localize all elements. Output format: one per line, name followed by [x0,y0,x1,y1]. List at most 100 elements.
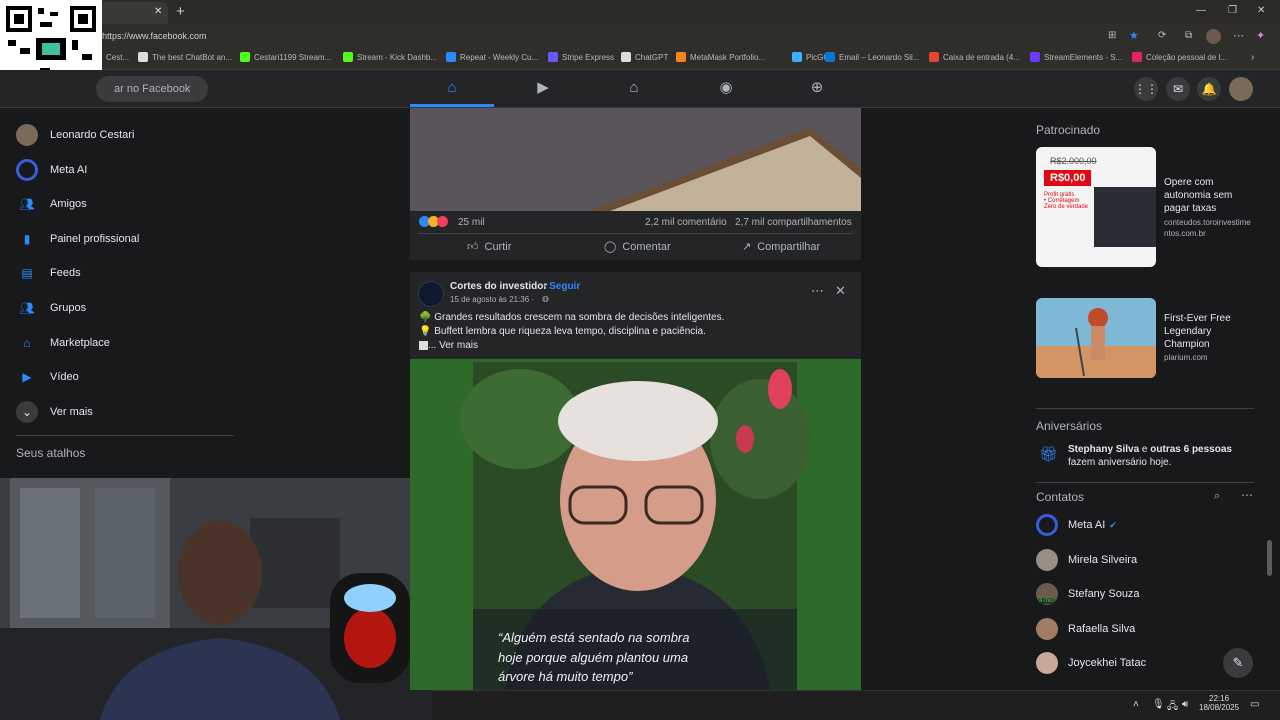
clock-date: 18/08/2025 [1199,703,1240,712]
sidebar-item-marketplace[interactable]: ⌂ Marketplace [16,332,110,354]
sidebar-item-amigos[interactable]: 👥︎ Amigos [16,193,86,215]
screenshot-icon[interactable]: ⧉ [1185,30,1192,41]
sidebar-item-leonardo-cestari[interactable]: Leonardo Cestari [16,124,134,146]
post-author-avatar[interactable] [418,281,444,307]
birthday-name: Stephany Silva [1068,444,1140,455]
tray-chevron-icon[interactable]: ˄ [1133,699,1139,710]
bookmark-item[interactable]: The best ChatBot an... [138,52,232,62]
ad-1-domain[interactable]: conteudos.toroinvestimentos.com.br [1164,217,1254,239]
globe-icon: ◍ [542,294,549,303]
facebook-search-input[interactable]: ar no Facebook [96,76,208,102]
extensions-icon[interactable]: ⟳ [1158,30,1166,41]
video-caption-line-3: árvore há muito tempo” [498,669,633,684]
contact-item[interactable]: Meta AI ✔ [1036,514,1117,536]
right-divider [1036,408,1254,409]
minimize-icon[interactable]: — [1196,5,1206,16]
bookmarks-overflow-icon[interactable]: › [1251,52,1254,63]
sidebar-item-ver-mais[interactable]: ⌄ Ver mais [16,400,93,423]
new-message-icon[interactable]: ✎ [1223,648,1253,678]
ad-2-domain[interactable]: plarium.com [1164,353,1208,362]
home-icon[interactable]: ⌂ [444,80,460,96]
account-avatar[interactable] [1229,77,1253,101]
contact-item[interactable]: Joycekhei Tatac [1036,652,1147,675]
sidebar-item-meta-ai[interactable]: Meta AI [16,158,88,181]
like-button[interactable]: 👍︎ Curtir [467,240,511,254]
browser-menu-icon[interactable]: ⋯ [1233,29,1244,42]
contact-name: Stefany Souza [1068,588,1140,601]
meta-ai-icon [16,158,38,181]
birthday-text[interactable]: Stephany Silva e outras 6 pessoas fazem … [1068,443,1254,469]
bookmark-item[interactable]: Coleção pessoal de l... [1132,52,1227,62]
contact-avatar: 4 min [1036,583,1058,606]
bookmark-item[interactable]: Caixa de entrada (4... [929,52,1020,62]
close-tab-icon[interactable]: ✕ [154,6,162,17]
bookmark-favicon-icon [343,52,353,62]
see-more-link[interactable]: ... Ver mais [419,340,478,351]
contact-item[interactable]: 4 min Stefany Souza [1036,583,1140,606]
bookmark-favicon-icon [792,52,802,62]
browser-profile-avatar[interactable] [1206,29,1221,44]
ad-2-title[interactable]: First-Ever Free Legendary Champion [1164,312,1254,351]
ad-2-image[interactable] [1036,298,1156,378]
bookmark-item[interactable]: PicGG [792,52,830,62]
gaming-tab-icon[interactable]: ⊕ [809,80,825,96]
bookmark-item[interactable]: StreamElements - S... [1030,52,1122,62]
bookmark-item[interactable]: Email – Leonardo Sil... [825,52,920,62]
contacts-search-icon[interactable]: ⌕ [1214,490,1220,503]
bookmark-item[interactable]: Repeat - Weekly Cu... [446,52,538,62]
video-tab-icon[interactable]: ▶ [535,80,551,96]
shares-count[interactable]: 2,7 mil compartilhamentos [735,217,852,228]
bookmark-item[interactable]: ChatGPT [621,52,668,62]
love-reaction-icon [437,216,448,227]
follow-link[interactable]: · Seguir [543,281,580,292]
new-tab-button[interactable]: + [176,3,185,20]
comment-button[interactable]: ◯ Comentar [604,240,671,254]
see-more-label: ... Ver mais [428,340,479,351]
microphone-icon[interactable]: 🎙︎ [1152,699,1165,710]
chevron-down-icon: ⌄ [16,400,38,423]
contact-item[interactable]: Rafaella Silva [1036,617,1135,640]
copilot-icon[interactable]: ✦ [1256,29,1265,42]
share-button[interactable]: ↗ Compartilhar [742,240,820,254]
volume-icon[interactable]: 🔊︎ [1182,699,1188,710]
contact-name: Joycekhei Tatac [1068,657,1147,670]
sidebar-item-vídeo[interactable]: ▶ Vídeo [16,366,78,388]
page-scrollbar[interactable] [1267,540,1272,576]
post-1-image[interactable] [410,108,861,211]
marketplace-tab-icon[interactable]: ⌂ [626,80,642,96]
comment-icon: ◯ [604,241,617,253]
share-icon: ↗ [742,241,752,253]
post-date[interactable]: 15 de agosto às 21:36 · [450,295,534,304]
clock[interactable]: 22:16 18/08/2025 [1199,694,1239,712]
url-field[interactable]: https://www.facebook.com [98,27,1098,46]
bookmark-item[interactable]: Stream - Kick Dashb... [343,52,437,62]
bookmark-item[interactable]: MetaMask Portfolio... [676,52,765,62]
contact-item[interactable]: Mirela Silveira [1036,548,1137,571]
sidebar-item-label: Meta AI [50,163,88,176]
sidebar-item-feeds[interactable]: ▤ Feeds [16,262,80,284]
network-icon[interactable]: 🖧︎ [1167,699,1178,716]
messenger-icon[interactable]: ✉ [1166,77,1190,101]
sidebar-item-painel-profissional[interactable]: ▮ Painel profissional [16,228,140,250]
bookmark-star-icon[interactable]: ★ [1129,29,1139,42]
comments-count[interactable]: 2,2 mil comentário [645,217,727,228]
bookmark-item[interactable]: Stripe Express [548,52,614,62]
groups-tab-icon[interactable]: ◉ [718,80,734,96]
close-window-icon[interactable]: ✕ [1257,5,1265,16]
hide-post-icon[interactable]: ✕ [835,283,846,299]
bookmark-item[interactable]: Cestari1199 Stream... [240,52,331,62]
contacts-options-icon[interactable]: ⋯ [1241,488,1253,502]
post-author-name[interactable]: Cortes do investidor [450,281,547,292]
reactions-count[interactable]: 25 mil [458,217,485,228]
ad-1-image[interactable]: R$2.000,00 R$0,00 Profit grátis • Corret… [1036,147,1156,267]
post-options-icon[interactable]: ⋯ [811,283,824,299]
ad-1-title[interactable]: Opere com autonomia sem pagar taxas [1164,176,1256,215]
notifications-bell-icon[interactable]: 🔔 [1197,77,1221,101]
maximize-icon[interactable]: ❐ [1228,5,1237,16]
apps-menu-icon[interactable]: ⋮⋮ [1134,77,1158,101]
sidebar-item-grupos[interactable]: 👥︎ Grupos [16,297,86,319]
webcam-overlay [0,478,432,720]
notification-center-icon[interactable]: ▭ [1250,699,1259,710]
translate-icon[interactable]: ⊞ [1108,30,1116,41]
reactions-icons[interactable] [419,216,448,227]
